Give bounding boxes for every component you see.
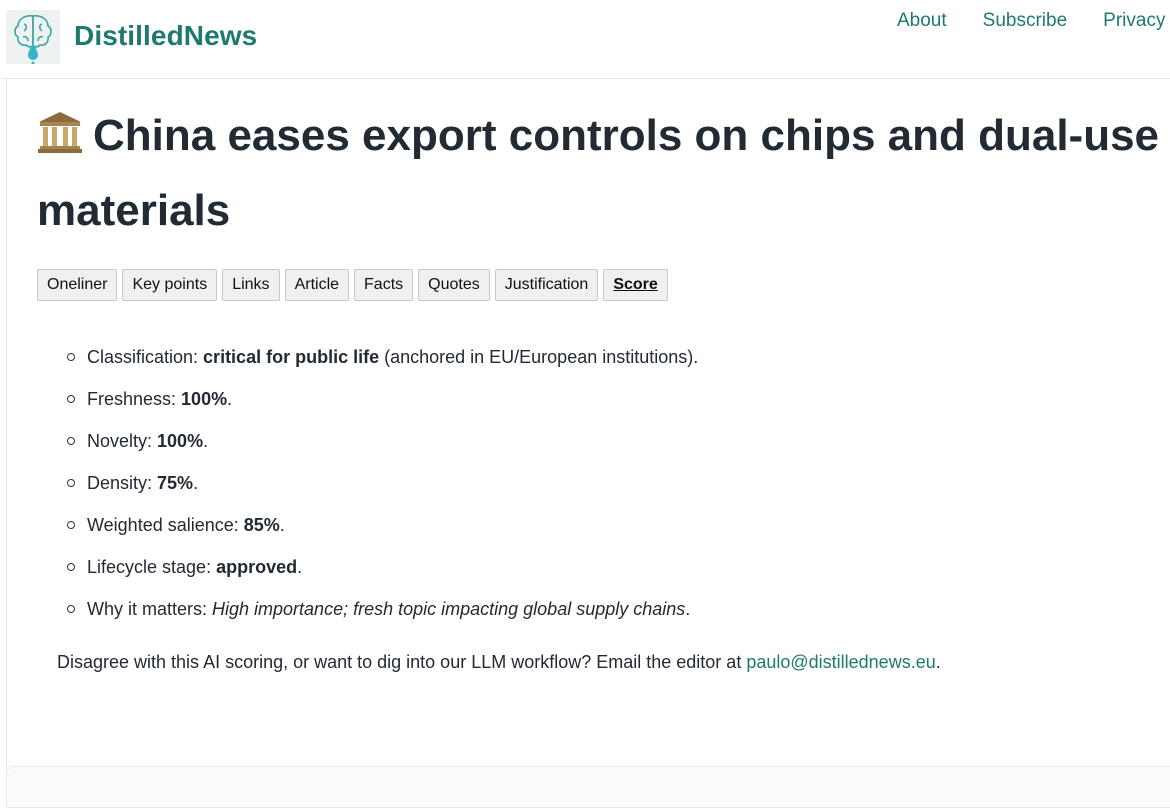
score-lifecycle-stage: Lifecycle stage: approved. <box>60 552 698 594</box>
nav-privacy-link[interactable]: Privacy <box>1103 10 1165 32</box>
score-novelty: Novelty: 100%. <box>60 426 698 468</box>
tab-quotes[interactable]: Quotes <box>418 269 490 301</box>
site-name[interactable]: DistilledNews <box>74 20 257 52</box>
classical-building-icon <box>37 102 83 153</box>
article-tabs: Oneliner Key points Links Article Facts Quote… <box>37 269 673 301</box>
score-weighted-salience: Weighted salience: 85%. <box>60 510 698 552</box>
brain-drop-icon[interactable] <box>6 10 60 64</box>
article-title: China eases export controls on chips and… <box>37 98 1170 248</box>
tab-article[interactable]: Article <box>284 269 350 301</box>
tab-facts[interactable]: Facts <box>354 269 414 301</box>
score-density: Density: 75%. <box>60 468 698 510</box>
site-header: DistilledNews About Subscribe Privacy <box>0 0 1170 79</box>
score-classification: Classification: critical for public life… <box>60 342 698 384</box>
score-why-it-matters: Why it matters: High importance; fresh t… <box>60 594 698 636</box>
top-nav: About Subscribe Privacy <box>897 10 1170 32</box>
tab-justification[interactable]: Justification <box>494 269 599 301</box>
feedback-note: Disagree with this AI scoring, or want t… <box>57 652 941 672</box>
nav-about-link[interactable]: About <box>897 10 947 32</box>
editor-email-link[interactable]: paulo@distillednews.eu <box>746 652 935 672</box>
score-freshness: Freshness: 100%. <box>60 384 698 426</box>
next-card <box>6 766 1170 808</box>
score-list: Classification: critical for public life… <box>60 342 698 636</box>
nav-subscribe-link[interactable]: Subscribe <box>983 10 1068 32</box>
tab-oneliner[interactable]: Oneliner <box>37 269 118 301</box>
tab-score[interactable]: Score <box>603 269 668 301</box>
article-title-text: China eases export controls on chips and… <box>37 111 1160 235</box>
tab-links[interactable]: Links <box>222 269 280 301</box>
tab-key-points[interactable]: Key points <box>122 269 218 301</box>
